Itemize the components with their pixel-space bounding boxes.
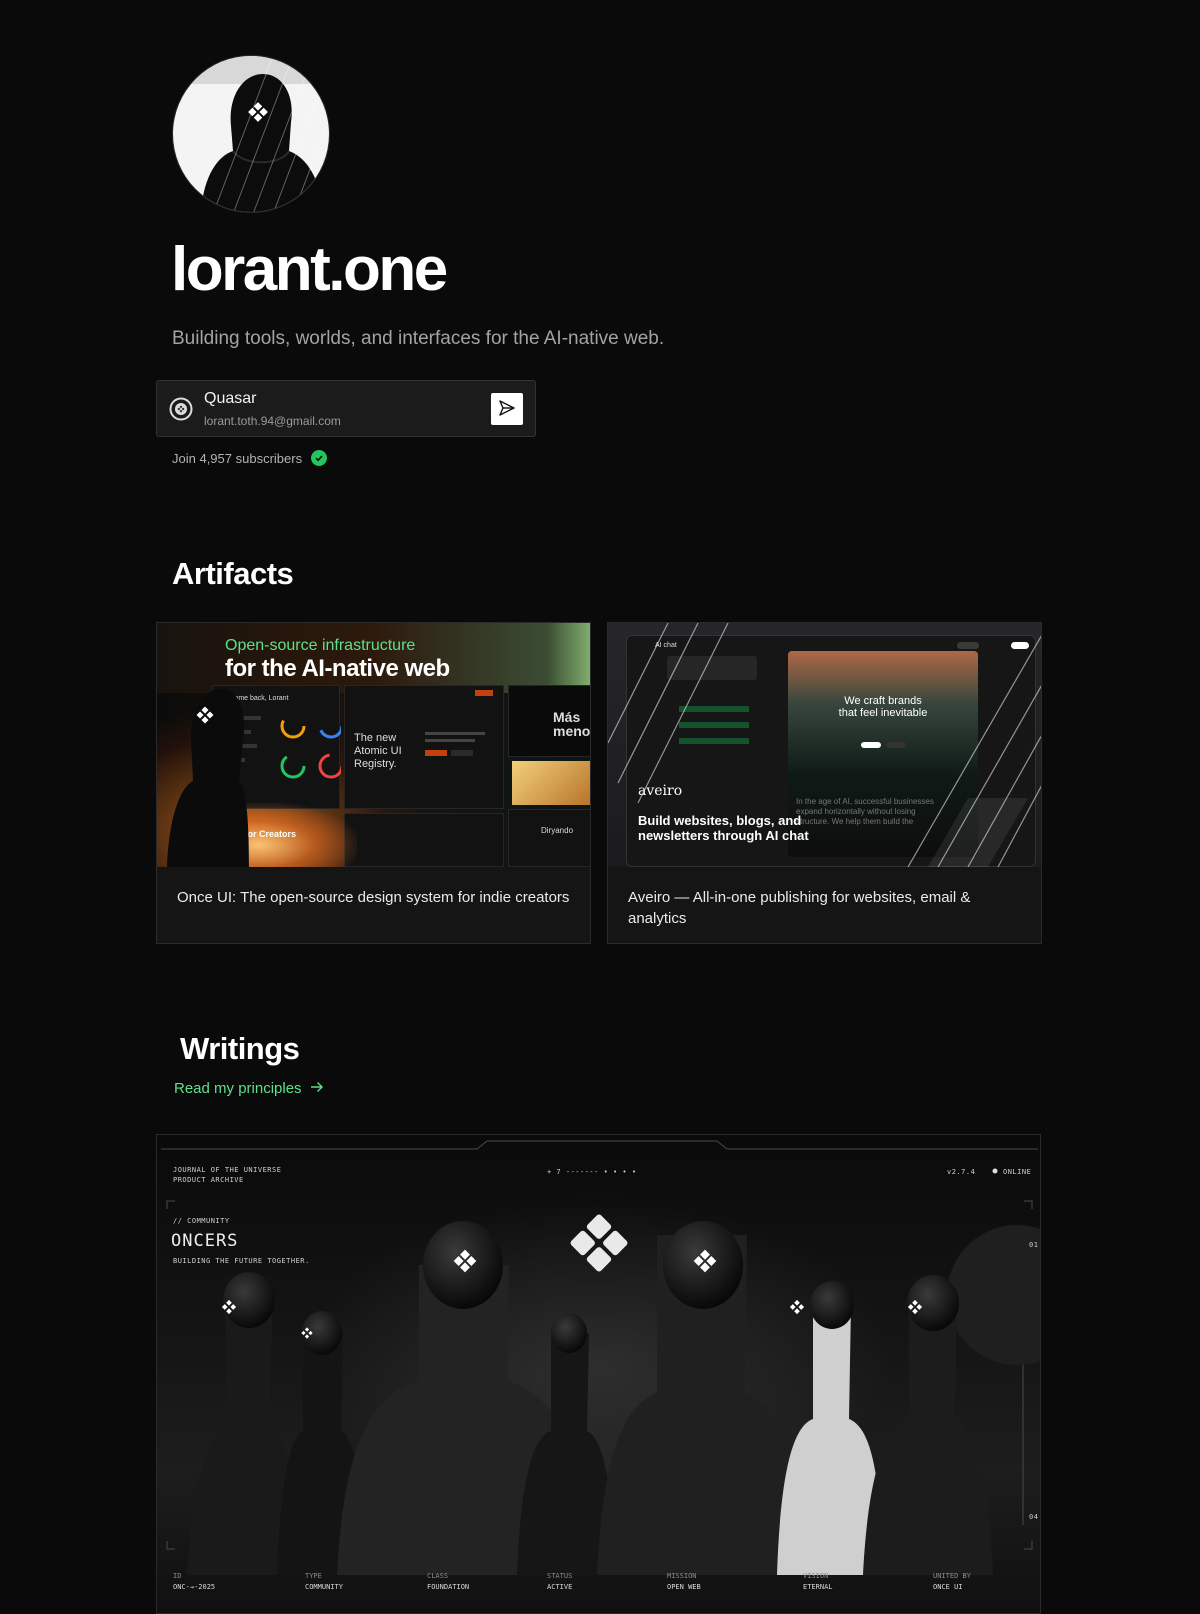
artifact-caption: Once UI: The open-source design system f… [177,889,570,906]
email-field[interactable]: lorant.toth.94@gmail.com [204,414,341,428]
profile-panel: Diryando [508,809,590,867]
subscriber-name: Quasar [204,390,257,407]
subscribe-box[interactable]: Quasar lorant.toth.94@gmail.com [156,380,536,437]
preview-headline-1: Open-source infrastructure [225,637,416,654]
quasar-icon [169,397,193,421]
aveiro-logo: aveiro [638,783,683,799]
menu-panel: Más meno [508,685,590,757]
arrow-right-icon [310,1080,324,1097]
read-principles-label: Read my principles [174,1080,302,1097]
send-button[interactable] [491,393,523,425]
site-title: lorant.one [171,235,448,304]
aveiro-subline: Build websites, blogs, and newsletters t… [638,813,809,843]
meta-type: TYPE COMMUNITY [305,1572,343,1591]
meta-mission: MISSION OPEN WEB [667,1572,701,1591]
meta-id: ID ONC-→-2025 [173,1572,216,1591]
send-icon [498,399,516,420]
registry-panel: The new Atomic UI Registry. [344,685,504,809]
tagline: Building tools, worlds, and interfaces f… [172,328,665,349]
artifact-card-aveiro[interactable]: AI chat We craft brands that feel inevit… [607,622,1042,944]
illustration-thumb [512,761,590,805]
subscriber-count: Join 4,957 subscribers [172,450,328,466]
hooded-figure [167,675,249,867]
featured-writing[interactable]: JOURNAL OF THE UNIVERSE PRODUCT ARCHIVE … [156,1134,1041,1614]
subscriber-count-text: Join 4,957 subscribers [172,450,303,466]
check-icon [311,450,328,466]
read-principles-link[interactable]: Read my principles [174,1080,324,1097]
aveiro-preview: AI chat We craft brands that feel inevit… [608,623,1041,867]
oncers-figures [187,1221,993,1575]
preview-headline-2: for the AI-native web [225,655,450,682]
meta-status: STATUS ACTIVE [547,1572,573,1591]
meta-vision: VISION ETERNAL [803,1572,833,1591]
writings-heading: Writings [180,1031,300,1066]
once-ui-preview: Open-source infrastructure for the AI-na… [157,623,590,867]
meta-united-by: UNITED BY ONCE UI [933,1572,971,1591]
artifact-card-once-ui[interactable]: Open-source infrastructure for the AI-na… [156,622,591,944]
artifacts-heading: Artifacts [172,556,294,591]
avatar [172,55,330,213]
code-panel [344,813,504,867]
meta-class: CLASS FOUNDATION [427,1572,470,1591]
artifact-caption: Aveiro — All-in-one publishing for websi… [628,889,971,927]
